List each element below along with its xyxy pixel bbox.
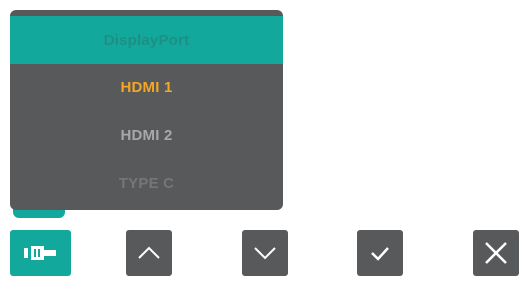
menu-item-label: HDMI 1 [120,78,173,96]
monitor-osd: DisplayPort HDMI 1 HDMI 2 TYPE C [0,0,525,282]
menu-item-label: HDMI 2 [120,126,173,144]
confirm-button[interactable] [357,230,403,276]
chevron-up-icon [137,246,161,260]
up-button[interactable] [126,230,172,276]
menu-item-displayport[interactable]: DisplayPort [10,16,283,64]
close-icon [484,241,508,265]
menu-item-type-c[interactable]: TYPE C [10,159,283,207]
input-source-menu: DisplayPort HDMI 1 HDMI 2 TYPE C [10,10,283,210]
input-source-button[interactable] [10,230,71,276]
close-button[interactable] [473,230,519,276]
menu-item-label: TYPE C [118,174,175,192]
menu-item-label: DisplayPort [103,31,190,49]
checkmark-icon [369,245,391,261]
menu-item-hdmi-2[interactable]: HDMI 2 [10,111,283,159]
chevron-down-icon [253,246,277,260]
down-button[interactable] [242,230,288,276]
input-source-icon [23,243,59,263]
menu-item-hdmi-1[interactable]: HDMI 1 [10,63,283,111]
